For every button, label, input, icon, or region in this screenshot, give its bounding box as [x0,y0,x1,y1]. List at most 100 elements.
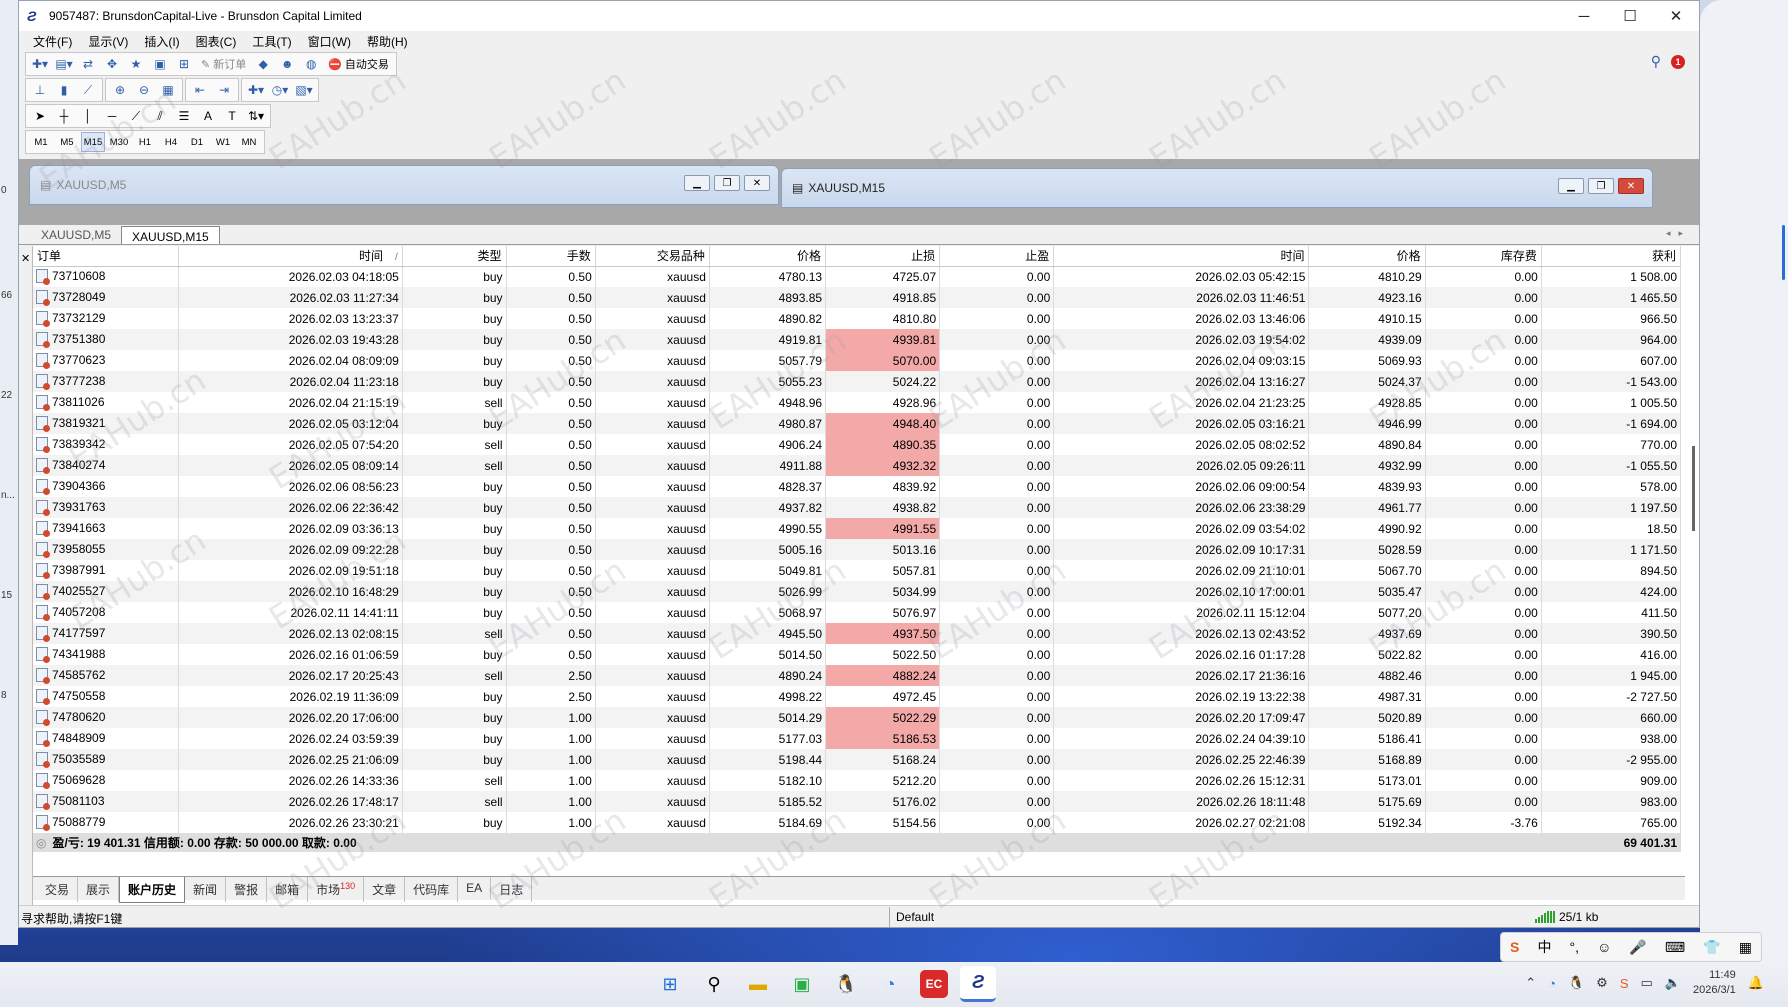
tray-app-icon[interactable]: ◔ [1548,976,1556,991]
table-row[interactable]: 73958055 2026.02.09 09:22:28 buy 0.50 xauusd… [33,539,1682,560]
volume-icon[interactable]: 🔈 [1665,975,1681,991]
notification-badge[interactable]: 1 [1671,54,1685,69]
table-row[interactable]: 73732129 2026.02.03 13:23:37 buy 0.50 xauusd… [33,308,1682,329]
terminal-tab[interactable]: 文章 [364,877,406,902]
vertical-scrollbar[interactable] [1692,446,1695,531]
new-order-button[interactable]: ✎ 新订单 [197,54,250,74]
horizontal-line-icon[interactable]: ─ [101,106,123,126]
column-header[interactable]: 价格 [709,246,827,267]
cursor-icon[interactable]: ➤ [29,106,51,126]
table-row[interactable]: 74025527 2026.02.10 16:48:29 buy 0.50 xauusd… [33,581,1682,602]
table-row[interactable]: 73840274 2026.02.05 08:09:14 sell 0.50 xauus… [33,455,1682,476]
menu-item[interactable]: 文件(F) [25,33,80,50]
auto-trading-button[interactable]: ⛔ 自动交易 [324,54,393,74]
terminal-tab[interactable]: 警报 [226,877,268,902]
table-row[interactable]: 73777238 2026.02.04 11:23:18 buy 0.50 xauusd… [33,371,1682,392]
chart-tab[interactable]: XAUUSD,M15 [121,226,220,244]
table-row[interactable]: 73770623 2026.02.04 08:09:09 buy 0.50 xauusd… [33,350,1682,371]
chart-window-m5[interactable]: ▤ XAUUSD,M5 ▁ ❐ ✕ [29,165,779,205]
column-header[interactable]: 库存费 [1425,246,1542,267]
start-menu-icon[interactable]: ⊞ [652,966,688,1002]
ime-button[interactable]: ▦ [1739,939,1752,956]
ime-button[interactable]: ☺ [1597,939,1611,955]
menu-item[interactable]: 帮助(H) [359,33,416,50]
table-row[interactable]: 74780620 2026.02.20 17:06:00 buy 1.00 xauusd… [33,707,1682,728]
tab-scroll-arrows-icon[interactable]: ◂▸ [1666,228,1691,239]
menu-item[interactable]: 插入(I) [136,33,187,50]
column-header[interactable]: 订单 [33,246,179,267]
table-row[interactable]: 75035589 2026.02.25 21:06:09 buy 1.00 xauusd… [33,749,1682,770]
column-header[interactable]: 止盈 [939,246,1055,267]
timeframe-button[interactable]: M5 [55,132,79,152]
terminal-icon[interactable]: ▣ [149,54,171,74]
column-header[interactable]: 价格 [1308,246,1426,267]
column-header[interactable]: 获利 [1541,246,1682,267]
text-icon[interactable]: A [197,106,219,126]
ime-button[interactable]: 🎤 [1629,939,1646,956]
periods-icon[interactable]: ◷▾ [269,80,291,100]
column-header[interactable]: 类型 [402,246,507,267]
strategy-tester-icon[interactable]: ⊞ [173,54,195,74]
profiles-icon[interactable]: ▤▾ [53,54,75,74]
browser-icon[interactable]: ◔ [872,966,908,1002]
chart-tab[interactable]: XAUUSD,M5 [31,225,121,244]
terminal-tab[interactable]: 邮箱 [267,877,309,902]
zoom-out-icon[interactable]: ⊖ [133,80,155,100]
column-header[interactable]: 交易品种 [595,246,710,267]
column-header[interactable]: 时间 / [178,246,403,267]
vertical-line-icon[interactable]: │ [77,106,99,126]
maximize-button[interactable]: ☐ [1607,1,1653,31]
connection-status[interactable]: 25/1 kb [1535,910,1598,924]
metaeditor-icon[interactable]: ◆ [252,54,274,74]
indicators-icon[interactable]: ✚▾ [245,80,267,100]
chart-restore-button[interactable]: ❐ [1588,178,1614,194]
column-header[interactable]: 手数 [506,246,596,267]
search-icon[interactable]: ⚲ [696,966,732,1002]
terminal-close-icon[interactable]: ✕ [21,252,30,265]
templates-icon[interactable]: ▧▾ [293,80,315,100]
table-row[interactable]: 75081103 2026.02.26 17:48:17 sell 1.00 xauus… [33,791,1682,812]
bar-chart-icon[interactable]: ⊥ [29,80,51,100]
tray-misc-icon[interactable]: ⚙ [1596,975,1608,991]
chart-restore-button[interactable]: ❐ [714,175,740,191]
terminal-tab[interactable]: 代码库 [405,877,459,902]
zoom-in-icon[interactable]: ⊕ [109,80,131,100]
arrows-icon[interactable]: ⇅▾ [245,106,267,126]
candlestick-icon[interactable]: ▮ [53,80,75,100]
column-header[interactable]: 时间 [1053,246,1310,267]
chart-close-button[interactable]: ✕ [744,175,770,191]
menu-item[interactable]: 图表(C) [188,33,245,50]
table-row[interactable]: 73811026 2026.02.04 21:15:19 sell 0.50 xauus… [33,392,1682,413]
chart-minimize-button[interactable]: ▁ [1558,178,1584,194]
table-row[interactable]: 73728049 2026.02.03 11:27:34 buy 0.50 xauusd… [33,287,1682,308]
timeframe-button[interactable]: H4 [159,132,183,152]
show-hidden-icons-icon[interactable]: ⌃ [1525,975,1536,991]
table-row[interactable]: 74848909 2026.02.24 03:59:39 buy 1.00 xauusd… [33,728,1682,749]
table-row[interactable]: 73839342 2026.02.05 07:54:20 sell 0.50 xauus… [33,434,1682,455]
chart-close-button[interactable]: ✕ [1618,178,1644,194]
iqiyi-icon[interactable]: ▣ [784,966,820,1002]
text-label-icon[interactable]: T [221,106,243,126]
sogou-tray-icon[interactable]: S [1620,976,1629,991]
menu-item[interactable]: 工具(T) [244,33,299,50]
new-chart-icon[interactable]: ✚▾ [29,54,51,74]
terminal-tab[interactable]: 新闻 [185,877,227,902]
timeframe-button[interactable]: MN [237,132,261,152]
table-row[interactable]: 74341988 2026.02.16 01:06:59 buy 0.50 xauusd… [33,644,1682,665]
file-explorer-icon[interactable]: ▬ [740,966,776,1002]
table-row[interactable]: 74057208 2026.02.11 14:41:11 buy 0.50 xauusd… [33,602,1682,623]
auto-scroll-icon[interactable]: ⇤ [189,80,211,100]
table-row[interactable]: 73931763 2026.02.06 22:36:42 buy 0.50 xauusd… [33,497,1682,518]
desktop-right-scroll-indicator[interactable] [1782,225,1785,280]
qq-tray-icon[interactable]: 🐧 [1568,975,1584,991]
display-icon[interactable]: ▭ [1641,975,1653,991]
trendline-icon[interactable]: ⟋ [125,106,147,126]
table-row[interactable]: 73941663 2026.02.09 03:36:13 buy 0.50 xauusd… [33,518,1682,539]
notification-bell-icon[interactable]: 🔔 [1748,975,1764,991]
favorites-icon[interactable]: ★ [125,54,147,74]
line-chart-icon[interactable]: ⟋ [77,80,99,100]
search-icon[interactable]: ⚲ [1651,53,1661,70]
timeframe-button[interactable]: M1 [29,132,53,152]
table-row[interactable]: 74750558 2026.02.19 11:36:09 buy 2.50 xauusd… [33,686,1682,707]
table-row[interactable]: 74585762 2026.02.17 20:25:43 sell 2.50 xauus… [33,665,1682,686]
